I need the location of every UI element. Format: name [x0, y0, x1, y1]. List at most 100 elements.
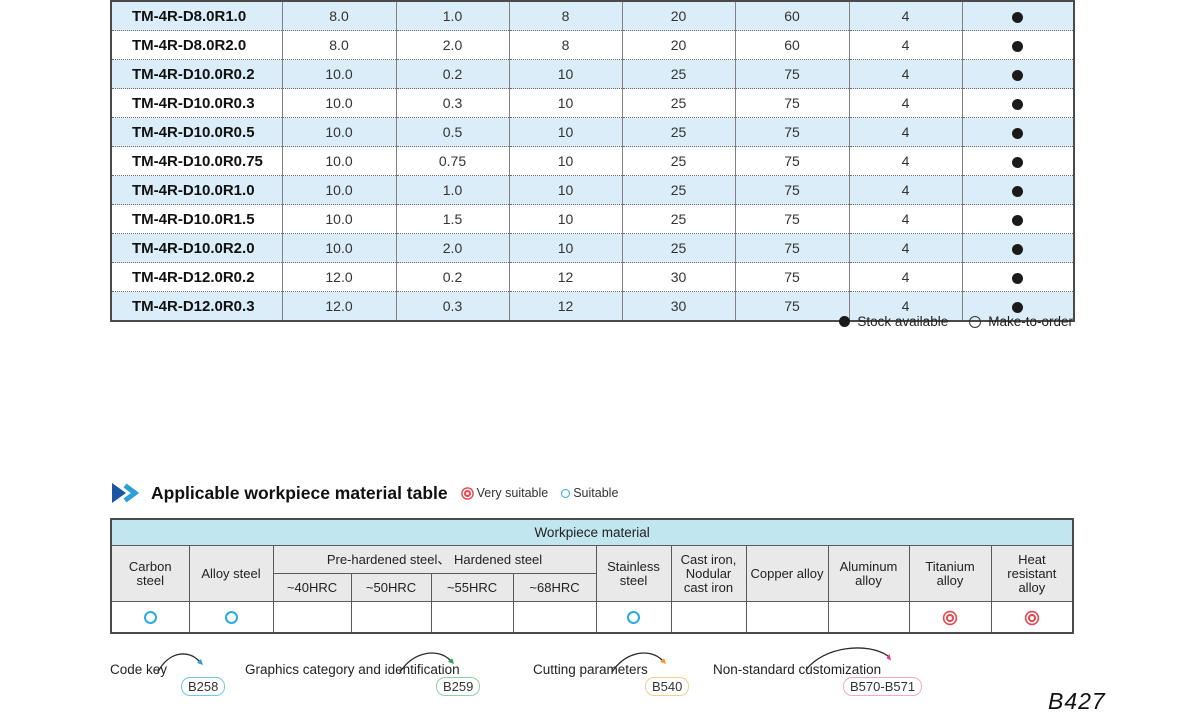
rating-cell	[189, 602, 273, 634]
column-header: Cast iron, Nodular cast iron	[671, 546, 746, 602]
value-cell: 10.0	[282, 234, 396, 263]
column-header: Copper alloy	[746, 546, 828, 602]
value-cell: 25	[622, 147, 735, 176]
spec-table-body: TM-4R-D8.0R1.08.01.0820604TM-4R-D8.0R2.0…	[111, 1, 1074, 321]
very-suitable-label: Very suitable	[477, 486, 549, 500]
model-cell: TM-4R-D10.0R2.0	[111, 234, 282, 263]
value-cell: 75	[735, 205, 849, 234]
column-header: ~55HRC	[431, 574, 513, 602]
spec-row: TM-4R-D10.0R0.510.00.51025754	[111, 118, 1074, 147]
value-cell: 1.0	[396, 176, 509, 205]
make-to-order-label: Make-to-order	[988, 314, 1073, 329]
rating-cell	[828, 602, 909, 634]
stock-available-icon	[839, 316, 850, 327]
stock-cell	[962, 60, 1074, 89]
stock-available-icon	[1012, 70, 1023, 81]
value-cell: 8	[509, 31, 622, 60]
value-cell: 10.0	[282, 176, 396, 205]
value-cell: 8.0	[282, 1, 396, 31]
stock-legend: Stock available Make-to-order	[110, 314, 1073, 329]
stock-available-icon	[1012, 186, 1023, 197]
section-heading: Applicable workpiece material table Very…	[112, 482, 618, 504]
value-cell: 10	[509, 89, 622, 118]
value-cell: 1.0	[396, 1, 509, 31]
value-cell: 12.0	[282, 263, 396, 292]
value-cell: 10	[509, 147, 622, 176]
value-cell: 4	[849, 234, 962, 263]
value-cell: 0.3	[396, 89, 509, 118]
value-cell: 25	[622, 60, 735, 89]
column-header: Heat resistant alloy	[991, 546, 1073, 602]
suitable-icon	[627, 611, 640, 624]
value-cell: 8	[509, 1, 622, 31]
page-ref-badge: B570-B571	[843, 677, 922, 696]
value-cell: 2.0	[396, 31, 509, 60]
spec-table: TM-4R-D8.0R1.08.01.0820604TM-4R-D8.0R2.0…	[110, 0, 1075, 322]
spec-row: TM-4R-D10.0R1.010.01.01025754	[111, 176, 1074, 205]
double-arrow-icon	[112, 482, 142, 504]
annotation-arrow	[156, 646, 208, 676]
stock-available-icon	[1012, 157, 1023, 168]
column-header: ~50HRC	[351, 574, 431, 602]
stock-available-icon	[1012, 99, 1023, 110]
value-cell: 10.0	[282, 118, 396, 147]
value-cell: 75	[735, 234, 849, 263]
rating-cell	[351, 602, 431, 634]
rating-cell	[671, 602, 746, 634]
value-cell: 10	[509, 118, 622, 147]
value-cell: 25	[622, 89, 735, 118]
value-cell: 0.2	[396, 60, 509, 89]
model-cell: TM-4R-D10.0R0.2	[111, 60, 282, 89]
value-cell: 25	[622, 118, 735, 147]
value-cell: 60	[735, 1, 849, 31]
value-cell: 10	[509, 234, 622, 263]
page-ref-badge: B259	[436, 677, 480, 696]
spec-row: TM-4R-D10.0R2.010.02.01025754	[111, 234, 1074, 263]
column-header: ~68HRC	[513, 574, 596, 602]
model-cell: TM-4R-D12.0R0.2	[111, 263, 282, 292]
model-cell: TM-4R-D10.0R1.0	[111, 176, 282, 205]
value-cell: 20	[622, 31, 735, 60]
stock-available-icon	[1012, 244, 1023, 255]
value-cell: 10.0	[282, 89, 396, 118]
spec-row: TM-4R-D8.0R1.08.01.0820604	[111, 1, 1074, 31]
value-cell: 4	[849, 118, 962, 147]
value-cell: 12	[509, 263, 622, 292]
value-cell: 75	[735, 147, 849, 176]
make-to-order-icon	[969, 316, 981, 328]
very-suitable-icon	[1028, 614, 1036, 622]
column-header: Alloy steel	[189, 546, 273, 602]
value-cell: 75	[735, 118, 849, 147]
stock-available-icon	[1012, 128, 1023, 139]
hardened-steel-group-header: Pre-hardened steel、 Hardened steel	[273, 546, 596, 574]
value-cell: 25	[622, 234, 735, 263]
value-cell: 4	[849, 263, 962, 292]
rating-cell	[909, 602, 991, 634]
model-cell: TM-4R-D10.0R0.3	[111, 89, 282, 118]
suitable-label: Suitable	[573, 486, 618, 500]
catalog-page: TM-4R-D8.0R1.08.01.0820604TM-4R-D8.0R2.0…	[0, 0, 1186, 727]
stock-cell	[962, 118, 1074, 147]
rating-legend: Very suitable Suitable	[463, 486, 619, 500]
very-suitable-icon	[946, 614, 954, 622]
annotation-arrow	[804, 642, 896, 672]
value-cell: 4	[849, 60, 962, 89]
stock-cell	[962, 1, 1074, 31]
page-number: B427	[1048, 688, 1106, 715]
column-header: Aluminum alloy	[828, 546, 909, 602]
value-cell: 0.2	[396, 263, 509, 292]
model-cell: TM-4R-D8.0R1.0	[111, 1, 282, 31]
value-cell: 0.75	[396, 147, 509, 176]
value-cell: 30	[622, 263, 735, 292]
value-cell: 75	[735, 89, 849, 118]
spec-row: TM-4R-D12.0R0.212.00.21230754	[111, 263, 1074, 292]
value-cell: 20	[622, 1, 735, 31]
spec-row: TM-4R-D10.0R0.7510.00.751025754	[111, 147, 1074, 176]
rating-cell	[273, 602, 351, 634]
value-cell: 2.0	[396, 234, 509, 263]
column-header: ~40HRC	[273, 574, 351, 602]
value-cell: 4	[849, 1, 962, 31]
spec-row: TM-4R-D10.0R1.510.01.51025754	[111, 205, 1074, 234]
stock-cell	[962, 205, 1074, 234]
value-cell: 75	[735, 60, 849, 89]
